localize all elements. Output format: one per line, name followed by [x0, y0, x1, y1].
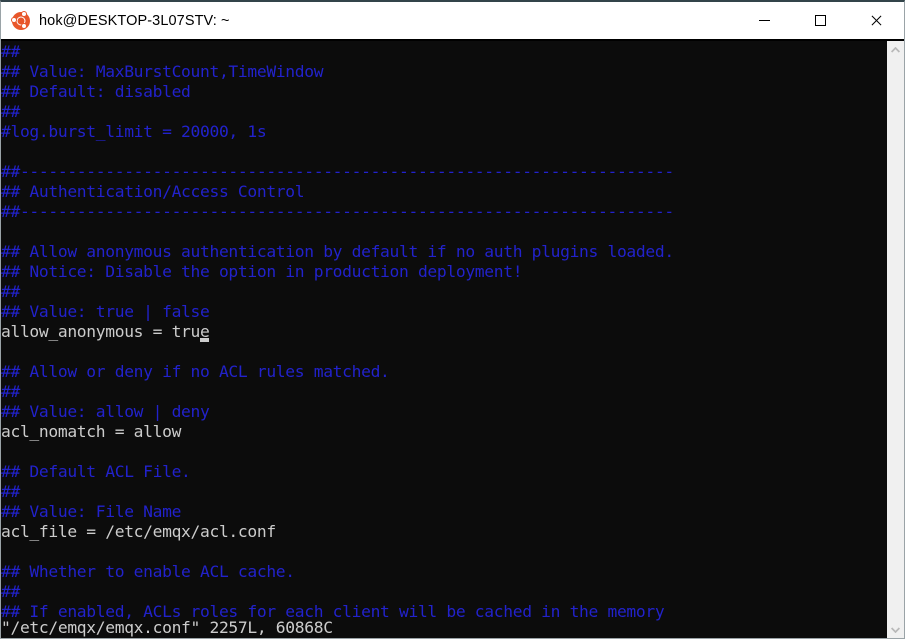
- ubuntu-logo-icon: [11, 11, 30, 30]
- editor-line: ## Value: true | false: [1, 302, 210, 321]
- minimize-icon: [758, 20, 770, 21]
- editor-line: acl_file = /etc/emqx/acl.conf: [1, 522, 276, 541]
- editor-line: ##: [1, 102, 20, 121]
- maximize-button[interactable]: [792, 2, 848, 39]
- title-bar-left: hok@DESKTOP-3L07STV: ~: [1, 11, 736, 30]
- window-controls: [736, 2, 904, 39]
- editor-line: ##--------------------------------------…: [1, 162, 674, 181]
- editor-line: acl_nomatch = allow: [1, 422, 182, 441]
- scroll-up-button[interactable]: [887, 41, 904, 58]
- editor-line: ## Notice: Disable the option in product…: [1, 262, 523, 281]
- editor-line: #log.burst_limit = 20000, 1s: [1, 122, 267, 141]
- scrollbar-track[interactable]: [887, 58, 904, 621]
- editor-line: ## Allow anonymous authentication by def…: [1, 242, 674, 261]
- close-icon: [870, 14, 883, 27]
- editor-line: ## Value: MaxBurstCount,TimeWindow: [1, 62, 324, 81]
- vim-text-area[interactable]: ## ## Value: MaxBurstCount,TimeWindow ## D…: [1, 42, 886, 638]
- minimize-button[interactable]: [736, 2, 792, 39]
- editor-line: allow_anonymous = true: [1, 322, 210, 341]
- window-title: hok@DESKTOP-3L07STV: ~: [39, 12, 230, 29]
- editor-line: ## Default: disabled: [1, 82, 191, 101]
- editor-line: ##: [1, 482, 20, 501]
- terminal-screen[interactable]: ## ## Value: MaxBurstCount,TimeWindow ## D…: [1, 41, 886, 638]
- editor-line: ## Value: allow | deny: [1, 402, 210, 421]
- terminal-window: hok@DESKTOP-3L07STV: ~ ## ## Value: MaxBu…: [0, 0, 905, 639]
- maximize-icon: [814, 15, 826, 26]
- editor-line: ## Default ACL File.: [1, 462, 191, 481]
- close-button[interactable]: [848, 2, 904, 39]
- editor-line: ##: [1, 382, 20, 401]
- scroll-down-button[interactable]: [887, 621, 904, 638]
- editor-line: ## Allow or deny if no ACL rules matched…: [1, 362, 390, 381]
- editor-line: ## Value: File Name: [1, 502, 182, 521]
- terminal-body: ## ## Value: MaxBurstCount,TimeWindow ## D…: [1, 39, 904, 638]
- chevron-up-icon: [891, 46, 900, 53]
- editor-line: ##--------------------------------------…: [1, 202, 674, 221]
- title-bar[interactable]: hok@DESKTOP-3L07STV: ~: [1, 2, 904, 39]
- editor-line: ##: [1, 582, 20, 601]
- editor-line: ##: [1, 282, 20, 301]
- chevron-down-icon: [891, 626, 900, 633]
- editor-line: ## Authentication/Access Control: [1, 182, 305, 201]
- text-cursor: e: [200, 322, 210, 341]
- vertical-scrollbar[interactable]: [886, 41, 904, 638]
- vim-status-line: "/etc/emqx/emqx.conf" 2257L, 60868C: [1, 618, 333, 637]
- editor-line: ## Whether to enable ACL cache.: [1, 562, 295, 581]
- editor-line: ##: [1, 42, 20, 61]
